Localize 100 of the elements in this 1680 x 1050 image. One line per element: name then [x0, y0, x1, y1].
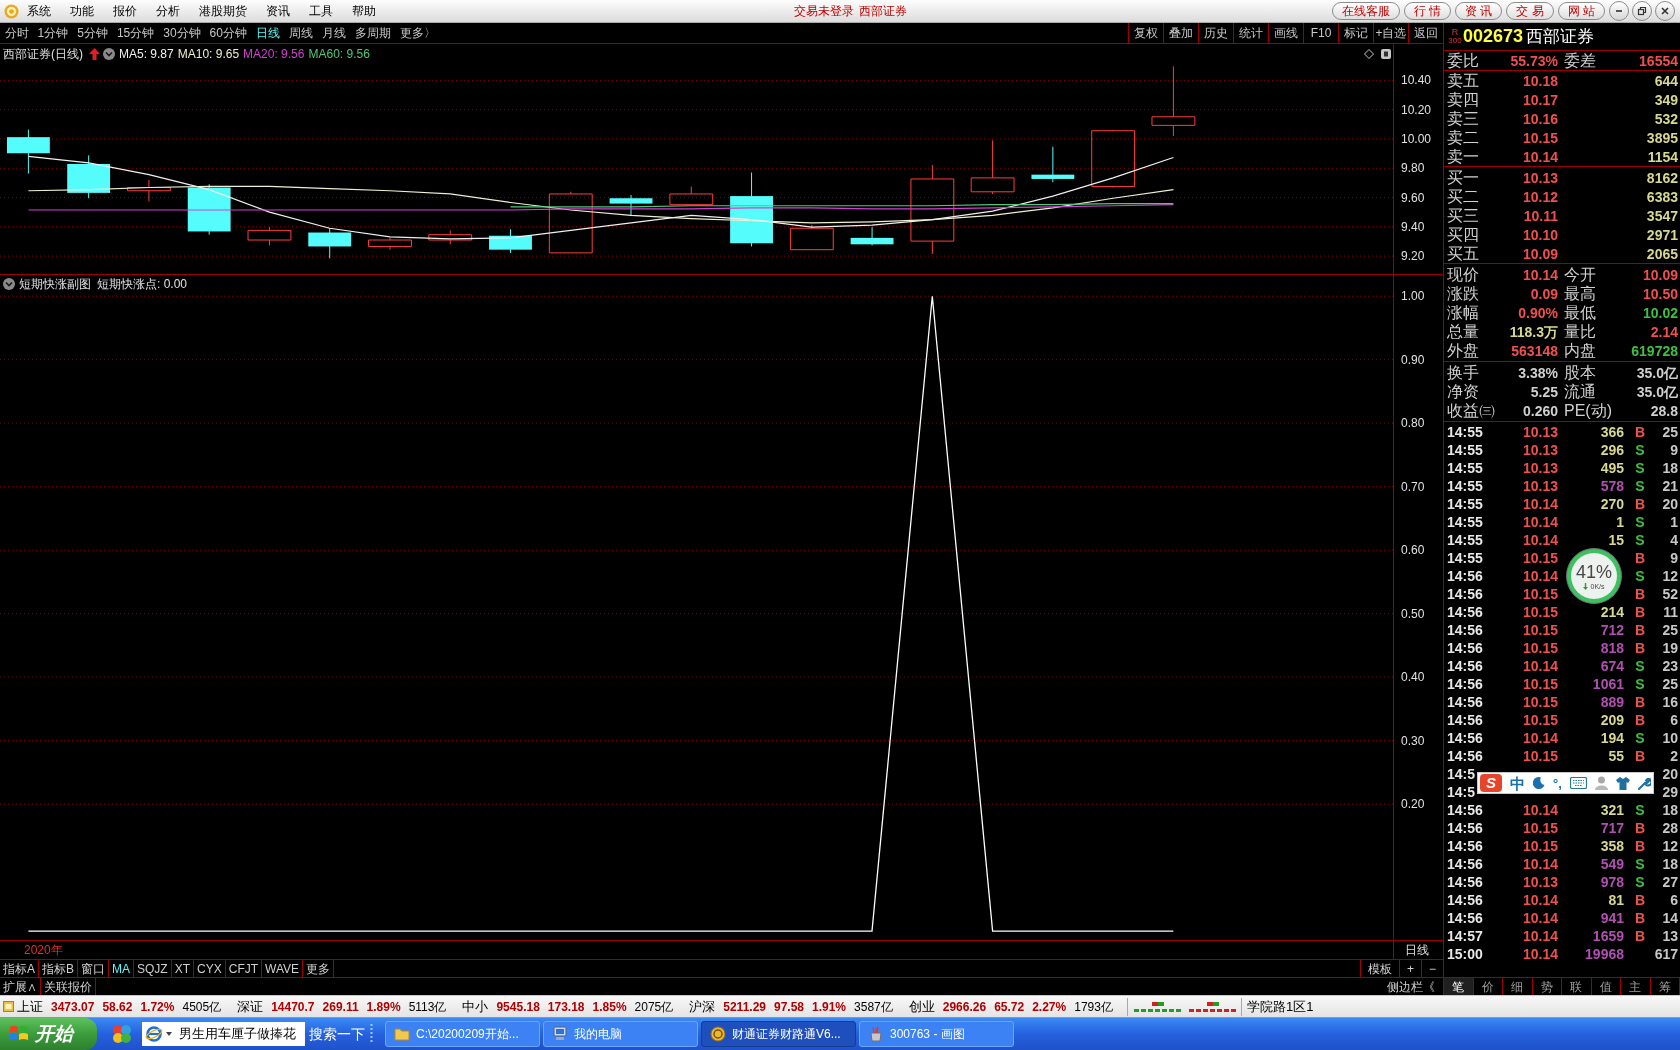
trade-price: 10.14 — [1522, 946, 1558, 962]
taskbar-button[interactable]: 300763 - 画图 — [859, 1021, 1014, 1047]
trade-time: 14:56 — [1447, 892, 1483, 908]
menu-item[interactable]: 功能 — [62, 2, 102, 20]
toolbar-button[interactable]: 返回 — [1408, 23, 1443, 43]
restore-button[interactable] — [1632, 1, 1652, 21]
sidebar-toggle[interactable]: 侧边栏《 — [1387, 978, 1435, 995]
ime-logo[interactable]: S — [1480, 774, 1502, 792]
minus-button[interactable]: − — [1421, 960, 1443, 977]
menu-item[interactable]: 系统 — [19, 2, 59, 20]
trade-volume: 296 — [1600, 442, 1624, 458]
order-level-label: 买五 — [1447, 244, 1479, 262]
order-level-label: 卖二 — [1447, 128, 1479, 146]
toolbar-button[interactable]: 统计 — [1233, 23, 1268, 43]
wrench-icon[interactable] — [1637, 776, 1651, 790]
search-field[interactable]: 男生用车厘子做捧花 — [142, 1022, 305, 1046]
toolbar-button[interactable]: 标记 — [1338, 23, 1373, 43]
trade-side: B — [1634, 694, 1646, 710]
toolbar-button[interactable]: 历史 — [1198, 23, 1233, 43]
moving-average-value: MA60: 9.56 — [308, 45, 370, 63]
moon-icon[interactable] — [1533, 777, 1546, 789]
chevron-circle-icon[interactable] — [3, 278, 15, 290]
toolbar-button[interactable]: 复权 — [1128, 23, 1163, 43]
indicator-tab[interactable]: SQJZ — [134, 960, 172, 977]
trade-count: 617 — [1654, 946, 1678, 962]
menu-item[interactable]: 帮助 — [344, 2, 384, 20]
period-tab[interactable]: 更多〉 — [395, 23, 441, 43]
minimize-button[interactable] — [1609, 1, 1629, 21]
order-level-label: 买三 — [1447, 206, 1479, 224]
toolbar-button[interactable]: 画线 — [1268, 23, 1303, 43]
axis-label: 0.70 — [1401, 479, 1425, 494]
trade-side: B — [1634, 640, 1646, 656]
period-tab[interactable]: 分时 — [0, 23, 33, 43]
keyboard-icon[interactable] — [1569, 777, 1587, 789]
axis-label: 9.80 — [1401, 161, 1425, 176]
quote-label: 内盘 — [1564, 341, 1596, 359]
menu-item[interactable]: 港股期货 — [191, 2, 255, 20]
quote-label: PE(动) — [1564, 401, 1612, 419]
punctuation-mode[interactable]: °, — [1553, 776, 1562, 790]
trade-time: 14:56 — [1447, 676, 1483, 692]
menu-item[interactable]: 分析 — [148, 2, 188, 20]
chevron-circle-icon[interactable] — [103, 47, 115, 60]
trade-time: 15:00 — [1447, 946, 1483, 962]
index-name: 深证 — [237, 997, 264, 1016]
taskbar-button[interactable]: C:\20200209开始... — [385, 1021, 540, 1047]
indicator-tab[interactable]: WAVE — [262, 960, 304, 977]
axis-label: 0.40 — [1401, 670, 1425, 685]
side-tab[interactable]: 笔 — [1444, 978, 1474, 995]
indicator-tab[interactable]: XT — [171, 960, 195, 977]
index-percent: 2.27% — [1032, 998, 1067, 1016]
menu-item[interactable]: 工具 — [301, 2, 341, 20]
period-tab[interactable]: 周线 — [284, 23, 318, 43]
header-link-button[interactable]: 网 站 — [1557, 2, 1605, 20]
shirt-icon[interactable] — [1615, 776, 1630, 790]
period-tab[interactable]: 多周期 — [350, 23, 396, 43]
header-link-button[interactable]: 资 讯 — [1454, 2, 1503, 20]
indicator-tab[interactable]: 窗口 — [78, 960, 110, 977]
index-name: 上证 — [17, 997, 43, 1016]
toolbar-button[interactable]: F10 — [1303, 23, 1338, 43]
period-tab[interactable]: 15分钟 — [112, 23, 159, 43]
indicator-tab[interactable]: CFJT — [225, 960, 263, 977]
candlestick — [308, 227, 352, 259]
header-link-button[interactable]: 行 情 — [1403, 2, 1451, 20]
plus-button[interactable]: + — [1399, 960, 1421, 977]
search-button[interactable]: 搜索一下 — [309, 1023, 365, 1045]
indicator-tab[interactable]: 指标A — [0, 960, 39, 977]
trade-time: 14:55 — [1447, 514, 1483, 530]
toolbar-button[interactable]: 叠加 — [1163, 23, 1198, 43]
header-link-button[interactable]: 交 易 — [1506, 2, 1554, 20]
indicator-tab[interactable]: MA — [109, 960, 135, 977]
diamond-icon[interactable] — [1364, 48, 1374, 59]
app-icon[interactable] — [111, 1023, 133, 1045]
input-mode[interactable]: 中 — [1510, 775, 1525, 791]
period-tab[interactable]: 30分钟 — [158, 23, 206, 43]
trade-time: 14:56 — [1447, 568, 1483, 584]
indicator-tab[interactable]: 指标B — [39, 960, 79, 977]
taskbar-button[interactable]: 财通证券财路通V6... — [701, 1021, 856, 1047]
trade-time: 14:56 — [1447, 694, 1483, 710]
candlestick — [789, 224, 834, 251]
taskbar-button[interactable]: 我的电脑 — [543, 1021, 698, 1047]
index-amount: 5113亿 — [408, 998, 447, 1016]
template-button[interactable]: 模板 — [1360, 960, 1399, 977]
menu-item[interactable]: 报价 — [105, 2, 145, 20]
trade-time: 14:56 — [1447, 910, 1483, 926]
menu-item[interactable]: 资讯 — [258, 2, 298, 20]
indicator-tab[interactable]: CYX — [194, 960, 226, 977]
period-tab[interactable]: 日线 — [251, 23, 285, 43]
trade-time: 14:55 — [1447, 460, 1483, 476]
order-level-label: 买一 — [1447, 168, 1479, 186]
period-tab[interactable]: 5分钟 — [72, 23, 113, 43]
square-icon[interactable] — [1381, 48, 1391, 59]
period-tab[interactable]: 月线 — [317, 23, 351, 43]
indicator-tab[interactable]: 更多 — [303, 960, 335, 977]
period-tab[interactable]: 60分钟 — [205, 23, 252, 43]
index-value: 9545.18 — [496, 998, 540, 1016]
toolbar-button[interactable]: +自选 — [1373, 23, 1408, 43]
header-link-button[interactable]: 在线客服 — [1331, 2, 1400, 20]
close-button[interactable] — [1655, 1, 1675, 21]
period-tab[interactable]: 1分钟 — [33, 23, 73, 43]
trade-price: 10.13 — [1522, 874, 1558, 890]
